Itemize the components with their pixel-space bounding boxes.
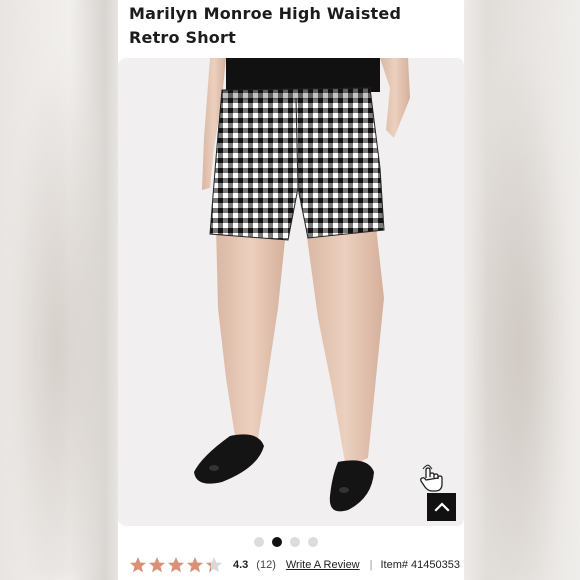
star-icon <box>168 557 184 573</box>
star-icon <box>130 557 146 573</box>
item-number: 41450353 <box>411 559 460 571</box>
product-card: Marilyn Monroe High Waisted Retro Short <box>118 0 464 580</box>
back-to-top-button[interactable] <box>427 493 456 521</box>
background-blur-left <box>0 0 118 580</box>
rating-value: 4.3 <box>233 559 249 571</box>
star-rating <box>129 556 223 574</box>
star-icon <box>206 557 222 573</box>
product-title: Marilyn Monroe High Waisted Retro Short <box>129 4 402 47</box>
product-image[interactable] <box>118 58 464 526</box>
star-icon <box>187 557 203 573</box>
gallery-dot[interactable] <box>290 537 300 547</box>
pointer-hand-icon[interactable] <box>414 462 448 496</box>
product-photo <box>118 58 464 526</box>
gallery-dot[interactable] <box>254 537 264 547</box>
write-review-link[interactable]: Write A Review <box>286 559 360 571</box>
separator: | <box>369 559 373 571</box>
chevron-up-icon <box>433 502 450 512</box>
gallery-dot[interactable] <box>308 537 318 547</box>
gallery-dot-active[interactable] <box>272 537 282 547</box>
item-label: Item# <box>380 559 409 571</box>
star-icon <box>149 557 165 573</box>
background-blur-right <box>462 0 580 580</box>
review-count: (12) <box>256 559 276 571</box>
rating-row: 4.3 (12) Write A Review | Item# 41450353 <box>129 554 464 576</box>
gallery-pagination <box>254 537 318 547</box>
